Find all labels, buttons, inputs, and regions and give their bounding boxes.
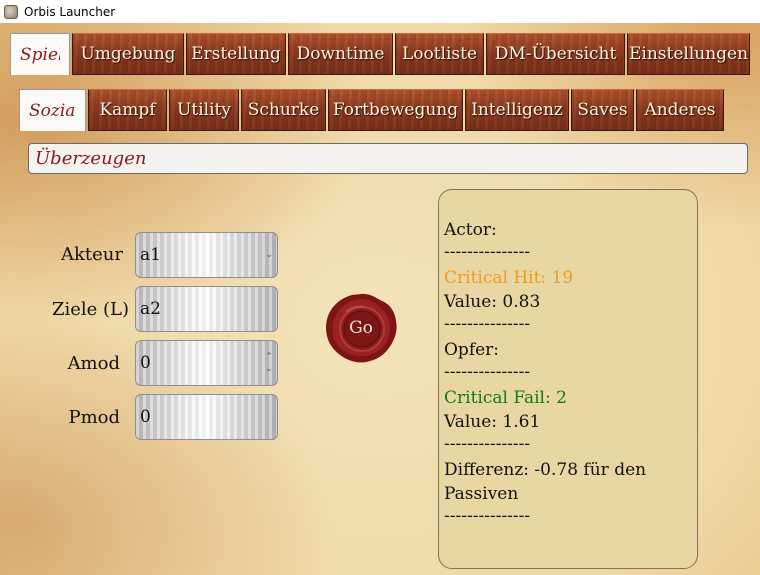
actor-heading: Actor: — [444, 220, 497, 240]
title-bar: Orbis Launcher — [0, 0, 760, 23]
tab-kampf[interactable]: Kampf — [88, 89, 167, 131]
actor-critical-hit: Critical Hit: 19 — [444, 268, 574, 288]
amod-value: 0 — [140, 353, 151, 373]
separator: --------------- — [444, 242, 531, 262]
pmod-input[interactable]: 0 — [135, 394, 278, 440]
tab-erstellung[interactable]: Erstellung — [186, 33, 286, 75]
akteur-label: Akteur — [61, 244, 123, 265]
chevron-down-icon[interactable]: ⌄ — [260, 233, 277, 277]
tab-dm-uebersicht[interactable]: DM-Übersicht — [486, 33, 625, 75]
go-button[interactable]: Go — [324, 292, 398, 364]
result-panel: Actor: --------------- Critical Hit: 19 … — [438, 189, 698, 569]
app-icon — [4, 4, 18, 19]
separator: --------------- — [444, 506, 531, 526]
skill-selector-value: Überzeugen — [35, 148, 147, 169]
separator: --------------- — [444, 434, 531, 454]
tab-intelligenz[interactable]: Intelligenz — [465, 89, 569, 131]
tab-umgebung[interactable]: Umgebung — [72, 33, 184, 75]
akteur-dropdown[interactable]: a1 ⌄ — [135, 232, 278, 278]
tab-spiel[interactable]: Spiel — [10, 33, 70, 75]
tab-sozial[interactable]: Sozial — [19, 89, 86, 131]
separator: --------------- — [444, 362, 531, 382]
tab-downtime[interactable]: Downtime — [288, 33, 393, 75]
tab-schurke[interactable]: Schurke — [241, 89, 326, 131]
tab-utility[interactable]: Utility — [169, 89, 239, 131]
pmod-label: Pmod — [68, 407, 120, 428]
amod-label: Amod — [67, 353, 120, 374]
window-title: Orbis Launcher — [24, 4, 116, 19]
tab-einstellungen[interactable]: Einstellungen — [627, 33, 750, 75]
tab-lootliste[interactable]: Lootliste — [395, 33, 484, 75]
skill-selector[interactable]: Überzeugen — [28, 143, 748, 174]
amod-spinbox[interactable]: 0 ⌃ ⌄ — [135, 340, 278, 386]
victim-value: Value: 1.61 — [444, 412, 541, 432]
victim-heading: Opfer: — [444, 340, 500, 360]
separator: --------------- — [444, 314, 531, 334]
ziele-input[interactable]: a2 — [135, 286, 278, 332]
pmod-value: 0 — [140, 407, 151, 427]
actor-value: Value: 0.83 — [444, 292, 541, 312]
main-tab-bar: Spiel Umgebung Erstellung Downtime Lootl… — [10, 33, 752, 75]
akteur-value: a1 — [140, 245, 161, 265]
spin-arrows-icon[interactable]: ⌃ ⌄ — [261, 341, 277, 385]
go-label: Go — [349, 318, 373, 338]
ziele-label: Ziele (L) — [51, 299, 129, 320]
tab-anderes[interactable]: Anderes — [636, 89, 724, 131]
difference-text: Differenz: -0.78 für den Passiven — [444, 460, 647, 504]
victim-critical-fail: Critical Fail: 2 — [444, 388, 567, 408]
ziele-value: a2 — [140, 299, 161, 319]
tab-saves[interactable]: Saves — [571, 89, 634, 131]
sub-tab-bar: Sozial Kampf Utility Schurke Fortbewegun… — [19, 89, 726, 131]
tab-fortbewegung[interactable]: Fortbewegung — [328, 89, 463, 131]
